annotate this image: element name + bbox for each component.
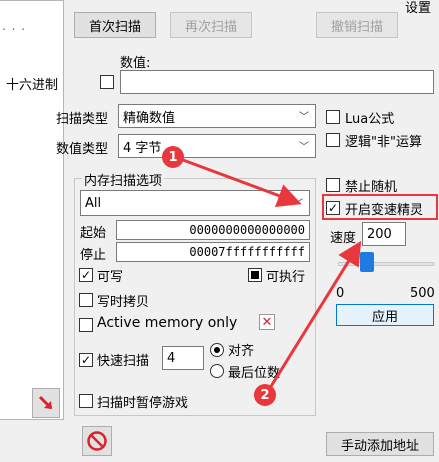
annotation-marker-1: 1: [162, 146, 184, 168]
annotation-marker-2: 2: [254, 384, 276, 406]
annotation-arrows: [182, 158, 362, 389]
